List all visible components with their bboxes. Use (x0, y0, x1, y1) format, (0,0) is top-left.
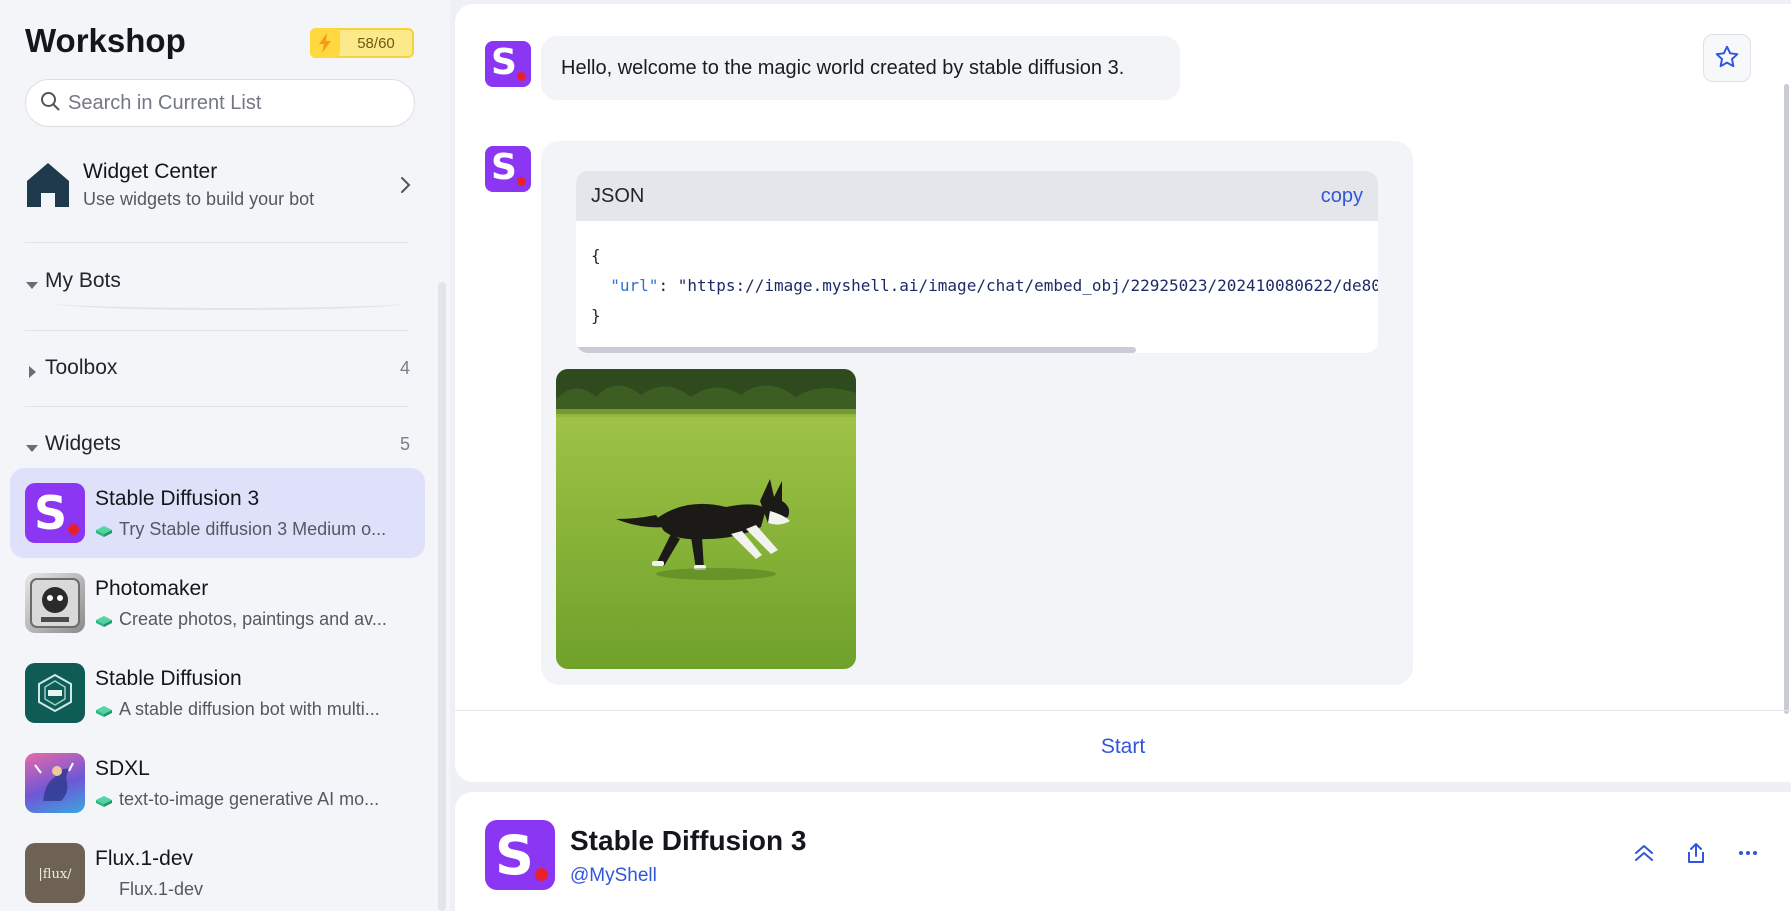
greeting-text: Hello, welcome to the magic world create… (561, 56, 1125, 79)
bot-author-link[interactable]: @MyShell (570, 865, 657, 887)
caret-down-icon (25, 437, 39, 452)
widget-brick-icon (95, 792, 113, 807)
section-my-bots[interactable]: My Bots (25, 266, 410, 296)
widget-brick-icon (95, 702, 113, 717)
bot-item-photomaker[interactable]: Photomaker Create photos, paintings and … (10, 558, 425, 648)
json-value: "https://image.myshell.ai/image/chat/emb… (677, 276, 1378, 295)
bot-name: SDXL (95, 756, 150, 780)
json-key: "url" (610, 276, 659, 295)
message-bubble-result: JSON copy { "url": "https://image.myshel… (541, 141, 1413, 685)
bot-description: Flux.1-dev (119, 878, 204, 899)
sidebar-scrollbar[interactable] (438, 282, 446, 911)
bot-item-flux-1-dev[interactable]: |flux/ Flux.1-dev Flux.1-dev (10, 828, 425, 911)
widget-brick-icon (95, 522, 113, 537)
section-label: Toolbox (45, 356, 118, 379)
svg-text:|flux/: |flux/ (38, 867, 72, 882)
divider (25, 406, 408, 407)
code-horizontal-scrollbar[interactable] (576, 347, 1136, 353)
bot-description: A stable diffusion bot with multi... (119, 698, 380, 719)
favorite-button[interactable] (1703, 34, 1751, 82)
double-chevron-up-icon[interactable] (1631, 840, 1657, 866)
bot-item-stable-diffusion[interactable]: Stable Diffusion A stable diffusion bot … (10, 648, 425, 738)
bot-message-avatar: S (485, 41, 531, 87)
sidebar: Workshop 58/60 Widget Center Use widgets… (0, 0, 450, 911)
bot-name: Photomaker (95, 576, 209, 600)
energy-badge[interactable]: 58/60 (310, 28, 414, 58)
section-label: My Bots (45, 269, 121, 292)
bot-description: Try Stable diffusion 3 Medium o... (119, 518, 387, 539)
bot-name: Flux.1-dev (95, 846, 194, 870)
chevron-right-icon (395, 175, 415, 195)
copy-button[interactable]: copy (1321, 185, 1363, 208)
bot-avatar: S (485, 820, 555, 890)
lightning-bolt-icon (310, 28, 340, 58)
caret-right-icon (25, 361, 39, 378)
star-icon (1714, 44, 1740, 73)
divider (25, 330, 408, 331)
widget-center-subtitle: Use widgets to build your bot (83, 189, 315, 209)
widget-center-link[interactable]: Widget Center Use widgets to build your … (25, 150, 415, 220)
section-toolbox[interactable]: Toolbox 4 (25, 353, 410, 383)
section-label: Widgets (45, 432, 121, 455)
caret-down-icon (25, 274, 39, 289)
more-horizontal-icon[interactable] (1735, 840, 1761, 866)
section-widgets[interactable]: Widgets 5 (25, 429, 410, 459)
my-bots-empty-area (55, 296, 405, 310)
section-count: 5 (399, 433, 410, 454)
generated-image[interactable] (556, 369, 856, 669)
bot-item-sdxl[interactable]: SDXL text-to-image generative AI mo... (10, 738, 425, 828)
bot-name: Stable Diffusion (95, 666, 242, 690)
chat-panel: S Hello, welcome to the magic world crea… (455, 4, 1791, 782)
bot-name: Stable Diffusion 3 (95, 486, 260, 510)
divider (25, 242, 408, 243)
bot-info-card: S Stable Diffusion 3 @MyShell (455, 792, 1791, 911)
search-icon (40, 91, 60, 116)
bot-description: text-to-image generative AI mo... (119, 788, 380, 809)
workshop-title: Workshop (25, 22, 186, 59)
start-bar: Start (455, 710, 1791, 782)
share-icon[interactable] (1683, 840, 1709, 866)
bot-item-stable-diffusion-3[interactable]: S Stable Diffusion 3 Try Stable diffusio… (10, 468, 425, 558)
widget-center-title: Widget Center (83, 160, 218, 183)
home-icon (25, 160, 71, 210)
bot-actions (1631, 840, 1761, 866)
search-box[interactable] (25, 79, 415, 127)
flux-1-dev-avatar: |flux/ (25, 843, 85, 903)
stable-diffusion-3-avatar: S (25, 483, 85, 543)
message-bubble-greeting: Hello, welcome to the magic world create… (541, 36, 1180, 100)
bot-message-avatar: S (485, 146, 531, 192)
stable-diffusion-avatar (25, 663, 85, 723)
bot-description: Create photos, paintings and av... (119, 608, 387, 629)
sdxl-avatar (25, 753, 85, 813)
chat-scrollbar[interactable] (1784, 84, 1789, 714)
search-input[interactable] (68, 91, 388, 115)
energy-count: 58/60 (357, 34, 395, 52)
photomaker-avatar (25, 573, 85, 633)
widget-brick-icon (95, 612, 113, 627)
code-language: JSON (591, 184, 645, 207)
section-count: 4 (399, 357, 410, 378)
code-header: JSON copy (576, 171, 1378, 221)
start-button[interactable]: Start (1101, 735, 1145, 759)
bot-title: Stable Diffusion 3 (570, 825, 807, 856)
code-block: JSON copy { "url": "https://image.myshel… (576, 171, 1378, 353)
code-content: { "url": "https://image.myshell.ai/image… (576, 221, 1378, 331)
